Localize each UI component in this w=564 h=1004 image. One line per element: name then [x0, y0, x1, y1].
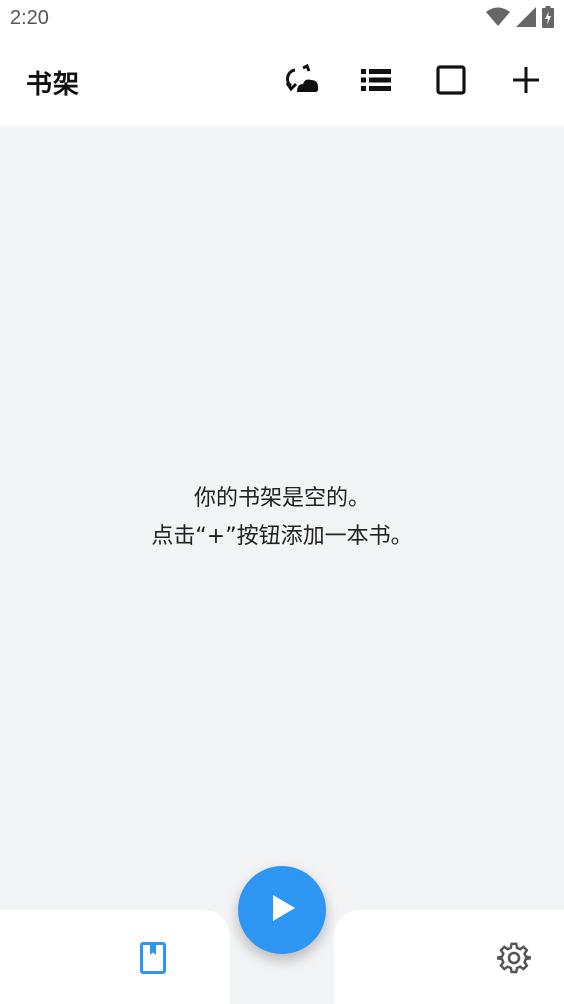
empty-state-message: 你的书架是空的。 点击“+”按钮添加一本书。 — [0, 480, 564, 556]
page-title: 书架 — [26, 70, 81, 100]
grid-view-icon — [436, 65, 466, 99]
app-bar: 书架 — [0, 38, 564, 126]
empty-state-line1: 你的书架是空的。 — [193, 486, 370, 511]
bookshelf-icon — [140, 942, 166, 978]
play-icon — [265, 891, 299, 929]
bottom-nav-right-panel — [334, 910, 564, 1004]
status-bar: 2:20 — [0, 0, 564, 38]
wifi-icon — [486, 7, 510, 31]
sync-button[interactable] — [281, 60, 325, 104]
grid-view-button[interactable] — [429, 60, 473, 104]
empty-state-line2: 点击“+”按钮添加一本书。 — [151, 524, 413, 549]
list-view-button[interactable] — [354, 60, 398, 104]
status-time: 2:20 — [10, 7, 49, 29]
sync-icon — [285, 63, 321, 100]
signal-icon — [516, 7, 536, 31]
screen: 2:20 书架 你的书架是空的。 点击“+”按钮添加一本书。 — [0, 0, 564, 1004]
add-icon — [513, 67, 539, 97]
bottom-nav-left-panel — [0, 910, 230, 1004]
battery-charging-icon — [542, 6, 554, 32]
nav-item-bookshelf[interactable] — [131, 938, 175, 982]
nav-item-settings[interactable] — [492, 938, 536, 982]
add-button[interactable] — [504, 60, 548, 104]
status-icons — [486, 6, 554, 32]
list-view-icon — [361, 68, 391, 96]
play-button[interactable] — [238, 866, 326, 954]
settings-gear-icon — [496, 941, 532, 979]
